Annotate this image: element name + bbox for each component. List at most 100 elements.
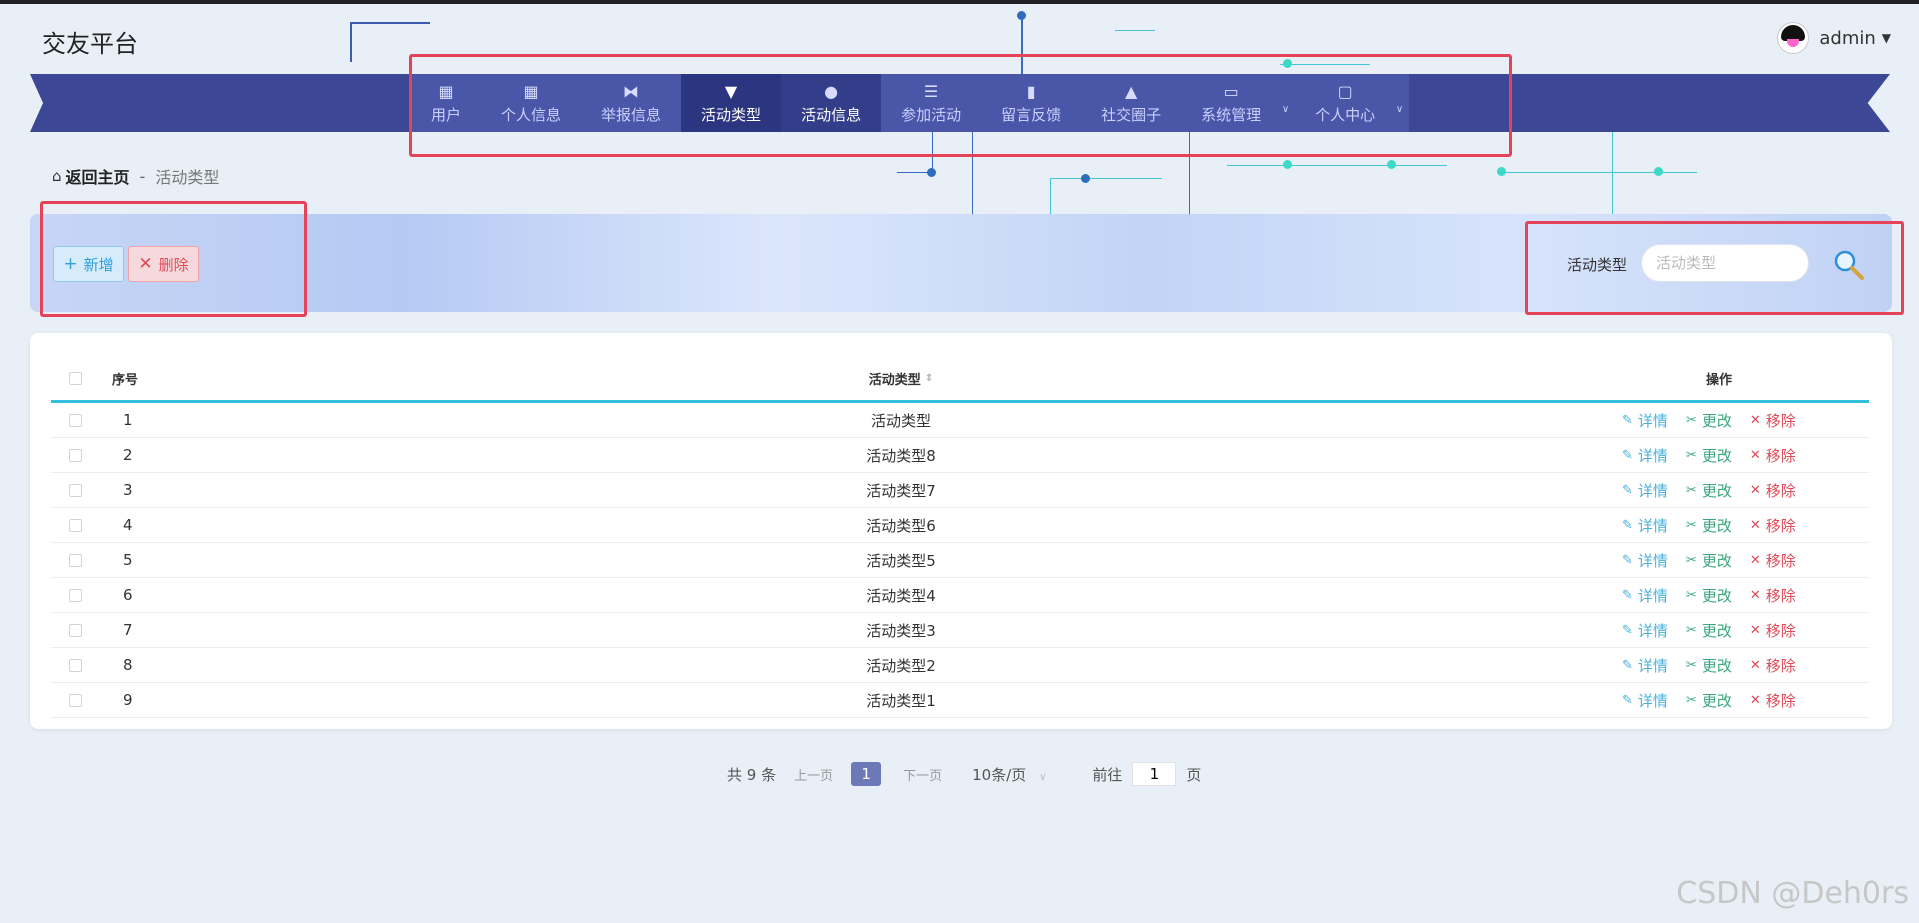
header-operations: 操作 xyxy=(1706,372,1733,388)
edit-button[interactable]: ✂ 更改 xyxy=(1686,480,1732,501)
row-index: 2 xyxy=(123,446,133,464)
decorative-dot xyxy=(1081,174,1090,183)
edit-button[interactable]: ✂ 更改 xyxy=(1686,585,1732,606)
row-index: 8 xyxy=(123,656,133,674)
remove-button[interactable]: ✕ 移除 xyxy=(1750,410,1796,431)
row-activity-type: 活动类型7 xyxy=(866,481,936,500)
row-checkbox[interactable] xyxy=(69,483,82,497)
view-icon: ✎ xyxy=(1622,692,1633,708)
edit-button[interactable]: ✂ 更改 xyxy=(1686,655,1732,676)
remove-button[interactable]: ✕ 移除 xyxy=(1750,655,1796,676)
select-all-checkbox[interactable] xyxy=(69,371,82,385)
edit-button[interactable]: ✂ 更改 xyxy=(1686,515,1732,536)
detail-button[interactable]: ✎ 详情 xyxy=(1622,620,1668,641)
next-page-button[interactable]: 下一页 xyxy=(903,765,942,784)
detail-label: 详情 xyxy=(1637,551,1668,570)
header-activity-type-label: 活动类型 xyxy=(868,372,921,388)
page-size-select[interactable]: 10条/页 ∨ xyxy=(972,764,1046,785)
remove-label: 移除 xyxy=(1765,621,1796,640)
close-icon: ✕ xyxy=(1749,552,1761,568)
decorative-line xyxy=(1227,165,1447,166)
row-checkbox[interactable] xyxy=(69,693,82,707)
decorative-line xyxy=(350,22,352,62)
close-icon: ✕ xyxy=(1749,657,1761,673)
detail-button[interactable]: ✎ 详情 xyxy=(1622,480,1668,501)
view-icon: ✎ xyxy=(1622,622,1633,638)
remove-button[interactable]: ✕ 移除 xyxy=(1750,585,1796,606)
close-icon: ✕ xyxy=(1749,412,1761,428)
decorative-line xyxy=(1612,132,1613,214)
edit-label: 更改 xyxy=(1701,586,1732,605)
row-index: 6 xyxy=(123,586,133,604)
user-name: admin xyxy=(1819,27,1876,49)
breadcrumb-home-link[interactable]: 返回主页 xyxy=(66,164,130,188)
wrench-icon: ✂ xyxy=(1685,412,1697,428)
row-actions: ✎ 详情 ✂ 更改 ✕ 移除 xyxy=(1604,578,1796,612)
row-select-cell xyxy=(69,508,82,542)
detail-button[interactable]: ✎ 详情 xyxy=(1622,515,1668,536)
detail-button[interactable]: ✎ 详情 xyxy=(1622,550,1668,571)
row-activity-type: 活动类型1 xyxy=(866,691,936,710)
row-select-cell xyxy=(69,578,82,612)
row-checkbox[interactable] xyxy=(69,623,82,637)
row-checkbox[interactable] xyxy=(69,413,82,427)
row-checkbox[interactable] xyxy=(69,518,82,532)
detail-button[interactable]: ✎ 详情 xyxy=(1622,445,1668,466)
detail-button[interactable]: ✎ 详情 xyxy=(1622,690,1668,711)
table-row: 3 活动类型7 ✎ 详情 ✂ 更改 ✕ 移除 xyxy=(51,473,1869,508)
breadcrumb-current: 活动类型 xyxy=(155,168,220,187)
table-row: 4 活动类型6 ✎ 详情 ✂ 更改 ✕ 移除 xyxy=(51,508,1869,543)
prev-page-button[interactable]: 上一页 xyxy=(794,765,833,784)
row-activity-type: 活动类型3 xyxy=(866,621,936,640)
row-index: 7 xyxy=(123,621,133,639)
edit-button[interactable]: ✂ 更改 xyxy=(1686,550,1732,571)
close-icon: ✕ xyxy=(1749,587,1761,603)
goto-page-input[interactable] xyxy=(1132,762,1177,786)
row-select-cell xyxy=(69,543,82,577)
row-select-cell xyxy=(69,648,82,682)
remove-button[interactable]: ✕ 移除 xyxy=(1750,445,1796,466)
row-checkbox[interactable] xyxy=(69,553,82,567)
page-number-current[interactable]: 1 xyxy=(851,762,882,786)
header-activity-type[interactable]: 活动类型 ⇕ xyxy=(819,356,983,400)
edit-button[interactable]: ✂ 更改 xyxy=(1686,445,1732,466)
row-checkbox[interactable] xyxy=(69,448,82,462)
decorative-line xyxy=(1050,178,1162,179)
detail-button[interactable]: ✎ 详情 xyxy=(1622,410,1668,431)
row-select-cell xyxy=(69,473,82,507)
remove-button[interactable]: ✕ 移除 xyxy=(1750,690,1796,711)
detail-label: 详情 xyxy=(1637,656,1668,675)
row-activity-type: 活动类型6 xyxy=(866,516,936,535)
edit-button[interactable]: ✂ 更改 xyxy=(1686,620,1732,641)
detail-label: 详情 xyxy=(1637,481,1668,500)
wrench-icon: ✂ xyxy=(1685,517,1697,533)
remove-button[interactable]: ✕ 移除 xyxy=(1750,515,1796,536)
remove-button[interactable]: ✕ 移除 xyxy=(1750,550,1796,571)
view-icon: ✎ xyxy=(1622,412,1633,428)
user-menu[interactable]: admin ▼ xyxy=(1777,22,1891,54)
decorative-dot xyxy=(1497,167,1506,176)
highlight-box-search xyxy=(1525,221,1904,315)
row-actions: ✎ 详情 ✂ 更改 ✕ 移除 xyxy=(1604,543,1796,577)
remove-button[interactable]: ✕ 移除 xyxy=(1750,480,1796,501)
edit-button[interactable]: ✂ 更改 xyxy=(1686,690,1732,711)
remove-label: 移除 xyxy=(1765,411,1796,430)
row-checkbox[interactable] xyxy=(69,658,82,672)
close-icon: ✕ xyxy=(1749,517,1761,533)
row-activity-type: 活动类型2 xyxy=(866,656,936,675)
row-checkbox[interactable] xyxy=(69,588,82,602)
view-icon: ✎ xyxy=(1622,517,1633,533)
header-index: 序号 xyxy=(112,372,139,388)
wrench-icon: ✂ xyxy=(1685,587,1697,603)
wrench-icon: ✂ xyxy=(1685,482,1697,498)
remove-button[interactable]: ✕ 移除 xyxy=(1750,620,1796,641)
goto-prefix: 前往 xyxy=(1092,765,1123,784)
row-activity-type: 活动类型 xyxy=(870,411,931,430)
sort-icon[interactable]: ⇕ xyxy=(925,373,933,384)
row-index: 9 xyxy=(123,691,133,709)
detail-button[interactable]: ✎ 详情 xyxy=(1622,585,1668,606)
decorative-dot xyxy=(1654,167,1663,176)
detail-button[interactable]: ✎ 详情 xyxy=(1622,655,1668,676)
edit-button[interactable]: ✂ 更改 xyxy=(1686,410,1732,431)
row-index: 3 xyxy=(123,481,133,499)
